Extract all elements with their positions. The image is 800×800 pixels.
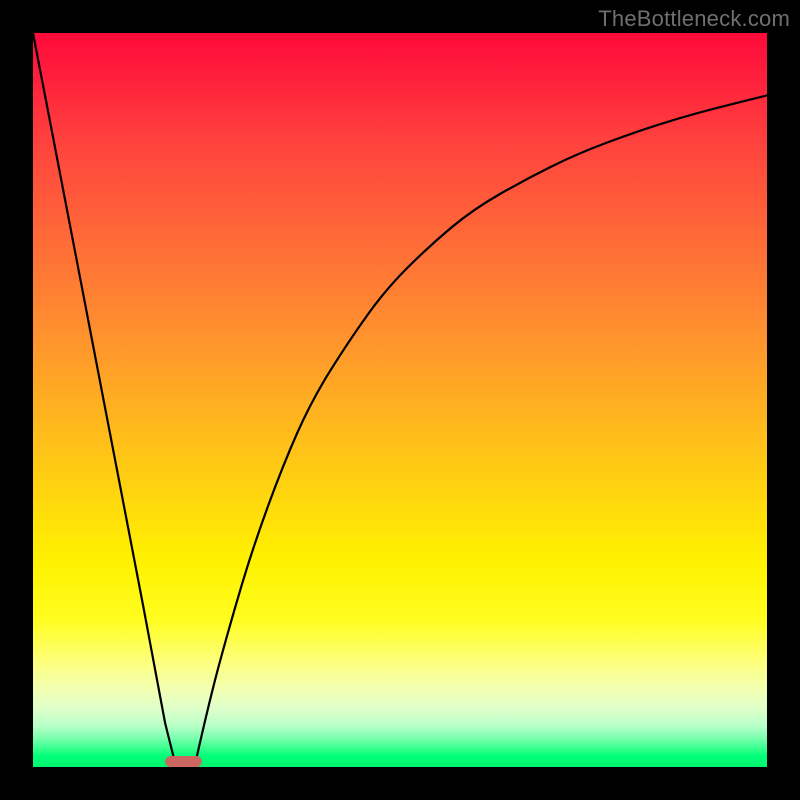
bottleneck-curve-left [33,33,176,767]
watermark-text: TheBottleneck.com [598,6,790,32]
bottleneck-curve-svg [33,33,767,767]
plot-area [33,33,767,767]
optimum-marker [165,756,202,767]
bottleneck-curve-right [195,95,768,767]
chart-frame: TheBottleneck.com [0,0,800,800]
